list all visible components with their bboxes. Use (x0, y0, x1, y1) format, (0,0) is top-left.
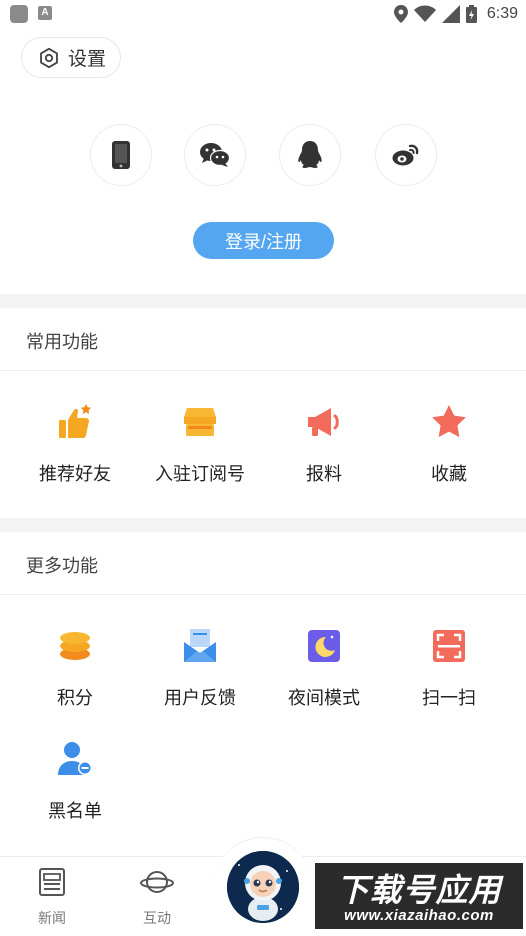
tab-news-label: 新闻 (38, 910, 66, 926)
clock: 6:39 (486, 5, 518, 22)
tab-interaction-label: 互动 (143, 910, 171, 926)
favorites-label: 收藏 (431, 464, 467, 484)
store-icon (184, 408, 216, 436)
tab-news[interactable]: 新闻 (22, 867, 82, 928)
app-icon (10, 5, 28, 23)
center-tab-button[interactable] (227, 851, 299, 923)
user-feedback-item[interactable]: 用户反馈 (135, 626, 265, 710)
social-login-row (0, 124, 526, 186)
scan-label: 扫一扫 (422, 688, 476, 708)
phone-login-button[interactable] (90, 124, 152, 186)
thumbs-up-icon (59, 404, 92, 438)
bottom-navigation: 新闻 互动 下载号应用 www.xiazaihao.com (0, 837, 526, 936)
settings-label: 设置 (68, 49, 107, 70)
points-label: 积分 (57, 688, 93, 708)
wechat-icon (200, 143, 230, 167)
blacklist-label: 黑名单 (48, 801, 102, 821)
megaphone-icon (308, 408, 339, 436)
section-rule (0, 370, 526, 371)
newspaper-icon (39, 868, 65, 896)
join-subscription-item[interactable]: 入驻订阅号 (135, 402, 265, 486)
block-user-icon (58, 742, 92, 775)
common-features-title: 常用功能 (26, 332, 98, 352)
blacklist-item[interactable]: 黑名单 (10, 739, 140, 823)
login-register-button[interactable]: 登录/注册 (193, 222, 334, 259)
recommend-friends-item[interactable]: 推荐好友 (10, 402, 140, 486)
favorites-item[interactable]: 收藏 (384, 402, 514, 486)
join-subscription-label: 入驻订阅号 (155, 464, 245, 484)
battery-icon (465, 5, 477, 23)
section-divider (0, 294, 526, 308)
qq-icon (298, 141, 322, 168)
mail-icon (184, 629, 216, 662)
watermark-url: www.xiazaihao.com (344, 907, 494, 924)
scan-icon (433, 630, 465, 662)
phone-icon (112, 141, 130, 169)
status-right: 6:39 (393, 4, 518, 24)
night-mode-label: 夜间模式 (288, 688, 360, 708)
more-features-title: 更多功能 (26, 556, 98, 576)
coins-icon (60, 632, 90, 660)
a-icon: A (38, 6, 52, 20)
settings-button[interactable]: 设置 (21, 37, 121, 78)
status-bar: A 6:39 (0, 0, 526, 28)
qq-login-button[interactable] (279, 124, 341, 186)
section-divider (0, 518, 526, 532)
scan-item[interactable]: 扫一扫 (384, 626, 514, 710)
astronaut-icon (227, 851, 299, 923)
watermark-logo: 下载号应用 www.xiazaihao.com (315, 863, 523, 929)
recommend-friends-label: 推荐好友 (39, 464, 111, 484)
location-icon (393, 5, 408, 23)
tab-interaction[interactable]: 互动 (127, 867, 187, 928)
points-item[interactable]: 积分 (10, 626, 140, 710)
watermark-title: 下载号应用 (336, 872, 502, 908)
report-news-item[interactable]: 报料 (259, 402, 389, 486)
wechat-login-button[interactable] (184, 124, 246, 186)
planet-icon (140, 871, 174, 893)
profile-page: A 6:39 设置 登录/注册 常用功能 推荐好友 入驻订阅号 报料 收藏 更多… (0, 0, 526, 936)
signal-icon (441, 5, 460, 23)
user-feedback-label: 用户反馈 (164, 688, 236, 708)
weibo-login-button[interactable] (375, 124, 437, 186)
section-rule (0, 594, 526, 595)
moon-icon (308, 630, 340, 662)
star-icon (432, 405, 466, 438)
gear-icon (40, 47, 58, 68)
night-mode-item[interactable]: 夜间模式 (259, 626, 389, 710)
weibo-icon (392, 144, 419, 166)
report-news-label: 报料 (306, 464, 342, 484)
wifi-icon (413, 5, 436, 22)
